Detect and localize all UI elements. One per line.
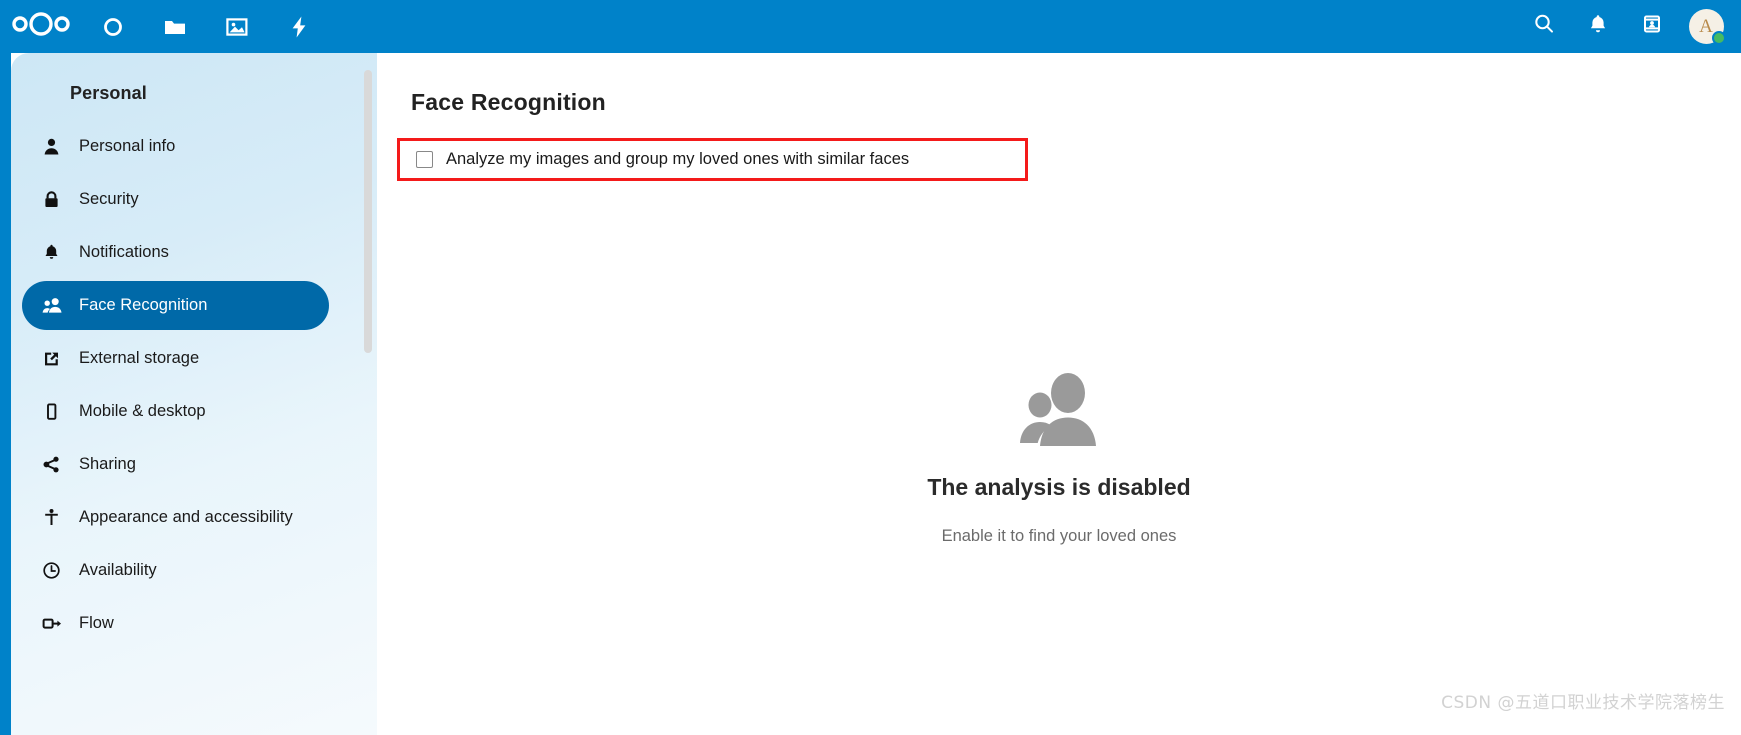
page-title: Face Recognition (411, 89, 606, 115)
avatar: A (1688, 9, 1726, 45)
nextcloud-logo-button[interactable] (0, 0, 82, 53)
sidebar-item-label: Mobile & desktop (79, 402, 206, 420)
online-status-indicator (1711, 31, 1726, 45)
csdn-watermark: CSDN @五道口职业技术学院落榜生 (1441, 693, 1725, 713)
analyze-images-checkbox-row[interactable]: Analyze my images and group my loved one… (400, 141, 1025, 178)
sidebar-scrollbar[interactable] (364, 70, 372, 353)
user-icon (42, 137, 70, 157)
two-people-silhouette-icon (1018, 373, 1100, 452)
search-icon (1532, 12, 1556, 41)
sidebar-item-flow[interactable]: Flow (22, 599, 329, 648)
header-actions: A (1517, 0, 1741, 53)
analyze-images-label: Analyze my images and group my loved one… (446, 150, 910, 168)
sidebar-item-label: Availability (79, 561, 157, 579)
sidebar-heading: Personal (70, 83, 147, 103)
photos-app-icon-button[interactable] (206, 0, 268, 53)
sidebar-item-appearance-accessibility[interactable]: Appearance and accessibility (22, 493, 329, 542)
people-group-icon (42, 296, 70, 316)
notifications-button[interactable] (1571, 0, 1625, 53)
sidebar-item-label: Security (79, 190, 139, 208)
sidebar-item-label: Sharing (79, 455, 136, 473)
flow-arrow-icon (42, 614, 70, 634)
avatar-initial: A (1699, 15, 1713, 37)
accessibility-icon (42, 508, 70, 528)
empty-state: The analysis is disabled Enable it to fi… (377, 373, 1741, 546)
contacts-icon (1640, 12, 1664, 41)
sidebar-item-label: Face Recognition (79, 296, 208, 314)
sidebar-item-security[interactable]: Security (22, 175, 329, 224)
sidebar-item-label: Notifications (79, 243, 169, 261)
share-nodes-icon (42, 455, 70, 475)
sidebar-item-label: Appearance and accessibility (79, 508, 293, 526)
settings-sidebar: Personal Personal info Security Notifica… (11, 53, 377, 735)
lock-icon (42, 190, 70, 210)
contacts-button[interactable] (1625, 0, 1679, 53)
top-header-bar: A (0, 0, 1741, 53)
search-button[interactable] (1517, 0, 1571, 53)
external-link-icon (42, 349, 70, 369)
empty-state-subtitle: Enable it to find your loved ones (941, 527, 1177, 545)
dashboard-app-icon (102, 16, 124, 38)
dashboard-app-icon-button[interactable] (82, 0, 144, 53)
photos-app-icon (225, 16, 249, 38)
sidebar-item-label: External storage (79, 349, 200, 367)
clock-icon (42, 561, 70, 581)
files-app-icon-button[interactable] (144, 0, 206, 53)
files-app-icon (163, 16, 187, 38)
user-avatar-button[interactable]: A (1679, 0, 1733, 53)
checkbox-highlight-box: Analyze my images and group my loved one… (397, 138, 1028, 181)
sidebar-item-notifications[interactable]: Notifications (22, 228, 329, 277)
notifications-bell-icon (1586, 12, 1610, 41)
sidebar-item-mobile-desktop[interactable]: Mobile & desktop (22, 387, 329, 436)
activity-app-icon-button[interactable] (268, 0, 330, 53)
left-accent-rail (0, 53, 11, 735)
nextcloud-logo-icon (10, 11, 72, 42)
activity-app-icon (289, 15, 309, 39)
sidebar-item-label: Personal info (79, 137, 176, 155)
sidebar-item-external-storage[interactable]: External storage (22, 334, 329, 383)
sidebar-item-personal-info[interactable]: Personal info (22, 122, 329, 171)
sidebar-item-sharing[interactable]: Sharing (22, 440, 329, 489)
bell-icon (42, 243, 70, 263)
sidebar-item-availability[interactable]: Availability (22, 546, 329, 595)
sidebar-nav-list: Personal info Security Notifications Fac… (11, 122, 377, 648)
sidebar-item-face-recognition[interactable]: Face Recognition (22, 281, 329, 330)
empty-state-title: The analysis is disabled (927, 474, 1191, 500)
analyze-images-checkbox[interactable] (416, 151, 433, 168)
mobile-device-icon (42, 402, 70, 422)
header-app-navigation (0, 0, 330, 53)
main-content: Face Recognition Analyze my images and g… (377, 53, 1741, 735)
sidebar-item-label: Flow (79, 614, 114, 632)
